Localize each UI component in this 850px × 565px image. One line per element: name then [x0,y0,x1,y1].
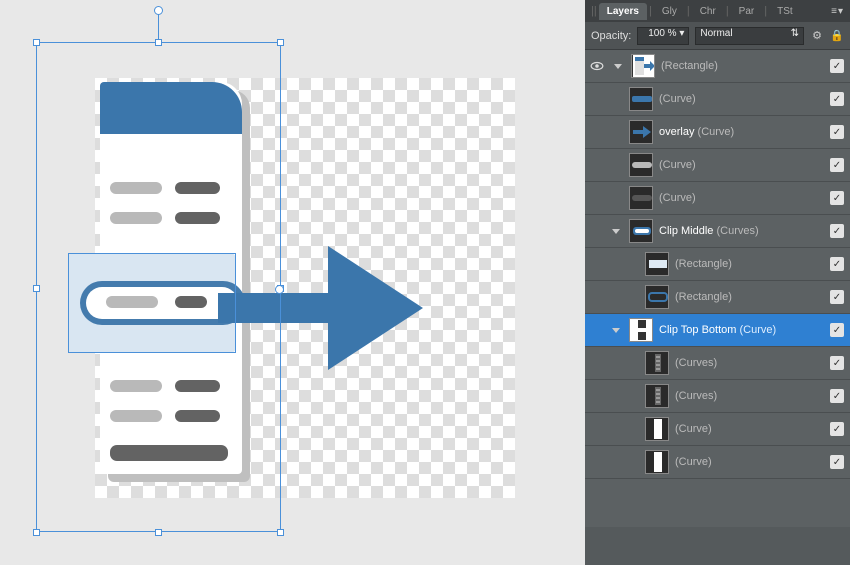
panel-tabbar: || Layers | Gly | Chr | Par | TSt ≡▾ [585,0,850,22]
layer-name[interactable]: (Curve) [659,192,824,204]
layer-thumbnail [645,351,669,375]
layer-name[interactable]: overlay (Curve) [659,126,824,138]
layer-checkbox[interactable]: ✓ [830,323,844,337]
layer-row[interactable]: (Rectangle) ✓ [585,50,850,83]
grip-icon[interactable]: || [591,5,597,17]
layer-thumbnail [645,384,669,408]
layer-checkbox[interactable]: ✓ [830,125,844,139]
layer-row[interactable]: (Curve) ✓ [585,149,850,182]
tab-par[interactable]: Par [731,3,763,20]
layer-thumbnail [645,417,669,441]
canvas[interactable] [0,0,585,565]
layer-row[interactable]: (Curves) ✓ [585,380,850,413]
layer-checkbox[interactable]: ✓ [830,224,844,238]
gear-icon[interactable]: ⚙ [810,29,824,43]
layer-thumbnail [631,54,655,78]
layer-thumbnail [645,285,669,309]
layer-row[interactable]: (Curve) ✓ [585,83,850,116]
layer-list[interactable]: (Rectangle)✓(Curve)✓overlay (Curve)✓(Cur… [585,50,850,527]
layer-thumbnail [629,186,653,210]
opacity-input[interactable]: 100 % ▾ [637,27,689,45]
layer-thumbnail [629,87,653,111]
disclosure-triangle-icon[interactable] [609,224,623,238]
panel-footer [585,527,850,565]
layer-checkbox[interactable]: ✓ [830,455,844,469]
layer-checkbox[interactable]: ✓ [830,92,844,106]
layer-checkbox[interactable]: ✓ [830,389,844,403]
layer-row[interactable]: (Curves) ✓ [585,347,850,380]
rotation-stem [158,12,159,42]
lock-icon[interactable]: 🔒 [830,29,844,43]
layer-checkbox[interactable]: ✓ [830,257,844,271]
layer-thumbnail [629,219,653,243]
layer-thumbnail [629,153,653,177]
layer-row[interactable]: (Rectangle) ✓ [585,281,850,314]
layer-checkbox[interactable]: ✓ [830,158,844,172]
subselection-box[interactable] [68,253,236,353]
layer-name[interactable]: (Curve) [659,93,824,105]
layer-row[interactable]: (Curve) ✓ [585,413,850,446]
layer-name[interactable]: (Curves) [675,357,824,369]
tab-gly[interactable]: Gly [654,3,685,20]
layer-name[interactable]: (Curve) [675,423,824,435]
layers-panel: || Layers | Gly | Chr | Par | TSt ≡▾ Opa… [585,0,850,565]
tab-chr[interactable]: Chr [692,3,724,20]
resize-handle[interactable] [155,529,162,536]
tab-layers[interactable]: Layers [599,3,647,20]
layer-name[interactable]: (Rectangle) [675,258,824,270]
layer-row[interactable]: (Curve) ✓ [585,446,850,479]
disclosure-triangle-icon[interactable] [611,59,625,73]
rotation-handle[interactable] [154,6,163,15]
layer-row[interactable]: (Curve) ✓ [585,182,850,215]
layer-row[interactable]: (Rectangle) ✓ [585,248,850,281]
layer-name[interactable]: (Rectangle) [675,291,824,303]
layer-thumbnail [645,252,669,276]
layer-thumbnail [629,120,653,144]
resize-handle[interactable] [33,529,40,536]
layer-checkbox[interactable]: ✓ [830,422,844,436]
layer-thumbnail [645,450,669,474]
resize-handle[interactable] [155,39,162,46]
layer-row[interactable]: Clip Top Bottom (Curve) ✓ [585,314,850,347]
layer-name[interactable]: (Rectangle) [661,60,824,72]
tab-tst[interactable]: TSt [769,3,801,20]
layer-name[interactable]: Clip Top Bottom (Curve) [659,324,824,336]
resize-handle[interactable] [277,39,284,46]
panel-menu-icon[interactable]: ≡▾ [831,6,844,17]
disclosure-triangle-icon[interactable] [609,323,623,337]
resize-handle[interactable] [277,529,284,536]
layer-row[interactable]: overlay (Curve) ✓ [585,116,850,149]
layer-checkbox[interactable]: ✓ [830,356,844,370]
layer-checkbox[interactable]: ✓ [830,290,844,304]
resize-handle[interactable] [33,39,40,46]
layer-thumbnail [629,318,653,342]
opacity-label: Opacity: [591,30,631,42]
layer-name[interactable]: Clip Middle (Curves) [659,225,824,237]
visibility-eye-icon[interactable] [589,58,605,74]
resize-handle[interactable] [33,285,40,292]
layer-name[interactable]: (Curve) [659,159,824,171]
layer-row[interactable]: Clip Middle (Curves) ✓ [585,215,850,248]
layer-checkbox[interactable]: ✓ [830,59,844,73]
blend-mode-select[interactable]: Normal ⇅ [695,27,804,45]
layer-name[interactable]: (Curves) [675,390,824,402]
layer-name[interactable]: (Curve) [675,456,824,468]
layer-checkbox[interactable]: ✓ [830,191,844,205]
anchor-handle[interactable] [275,285,284,294]
opacity-row: Opacity: 100 % ▾ Normal ⇅ ⚙ 🔒 [585,22,850,50]
